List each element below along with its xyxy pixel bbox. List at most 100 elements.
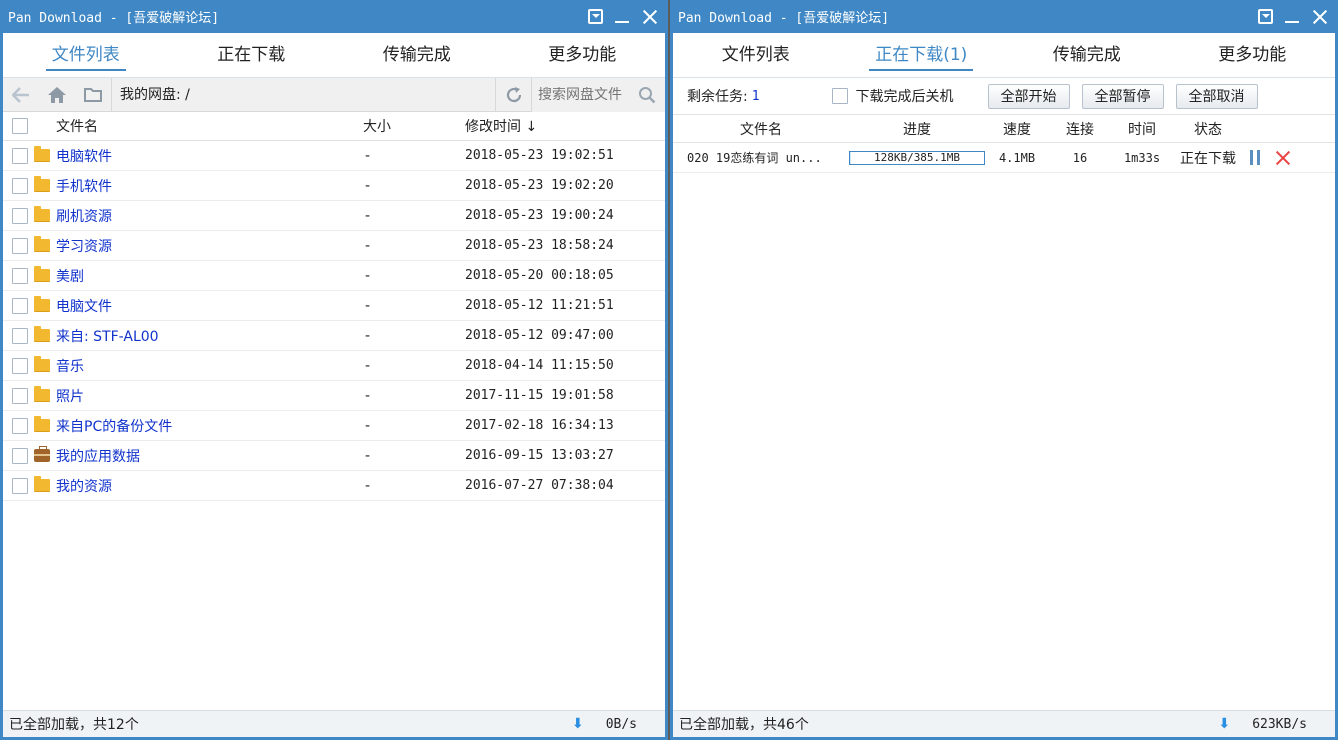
row-checkbox[interactable] — [12, 237, 28, 254]
start-all-button[interactable]: 全部开始 — [987, 83, 1070, 109]
download-speed: 0B/s — [605, 716, 637, 732]
folder-icon — [34, 326, 50, 342]
file-size: - — [365, 237, 371, 254]
back-button[interactable] — [3, 78, 39, 112]
file-size: - — [365, 357, 371, 374]
row-checkbox[interactable] — [12, 477, 28, 494]
file-modified-time: 2018-05-12 11:21:51 — [465, 298, 614, 313]
file-size: - — [365, 147, 371, 164]
tab-more[interactable]: 更多功能 — [500, 40, 666, 77]
file-name-link[interactable]: 电脑文件 — [56, 296, 112, 316]
file-row[interactable]: 电脑文件 - 2018-05-12 11:21:51 — [3, 291, 665, 321]
row-checkbox[interactable] — [12, 417, 28, 434]
row-checkbox[interactable] — [12, 387, 28, 404]
file-row[interactable]: 我的应用数据 - 2016-09-15 13:03:27 — [3, 441, 665, 471]
tab-bar: 文件列表 正在下载(1) 传输完成 更多功能 — [673, 33, 1335, 78]
file-name-link[interactable]: 刷机资源 — [56, 206, 112, 226]
row-checkbox[interactable] — [12, 267, 28, 284]
row-checkbox[interactable] — [12, 177, 28, 194]
row-checkbox[interactable] — [12, 447, 28, 464]
file-row[interactable]: 手机软件 - 2018-05-23 19:02:20 — [3, 171, 665, 201]
title-bar[interactable]: Pan Download - [吾爱破解论坛] — [673, 0, 1335, 33]
file-name-link[interactable]: 美剧 — [56, 266, 84, 286]
remaining-tasks-label: 剩余任务: — [687, 89, 748, 105]
file-row[interactable]: 音乐 - 2018-04-14 11:15:50 — [3, 351, 665, 381]
state-cell: 正在下载 — [1180, 150, 1236, 167]
file-row[interactable]: 来自: STF-AL00 - 2018-05-12 09:47:00 — [3, 321, 665, 351]
file-row[interactable]: 照片 - 2017-11-15 19:01:58 — [3, 381, 665, 411]
row-checkbox[interactable] — [12, 207, 28, 224]
file-name-link[interactable]: 电脑软件 — [56, 146, 112, 166]
shutdown-label: 下载完成后关机 — [855, 89, 954, 105]
column-name[interactable]: 文件名 — [56, 116, 98, 136]
column-size[interactable]: 大小 — [333, 116, 433, 136]
tab-file-list[interactable]: 文件列表 — [3, 40, 169, 77]
new-folder-button[interactable] — [75, 78, 111, 112]
file-modified-time: 2016-07-27 07:38:04 — [465, 478, 614, 493]
pause-icon[interactable] — [1249, 150, 1261, 165]
tab-completed[interactable]: 传输完成 — [334, 40, 500, 77]
column-modified-time[interactable]: 修改时间 ↓ — [433, 116, 665, 136]
menu-icon[interactable] — [588, 9, 603, 24]
file-name-link[interactable]: 我的应用数据 — [56, 446, 140, 466]
tab-downloading[interactable]: 正在下载(1) — [839, 40, 1005, 77]
minimize-icon[interactable] — [1283, 8, 1301, 26]
close-icon[interactable] — [1311, 8, 1329, 26]
row-checkbox[interactable] — [12, 297, 28, 314]
delete-icon[interactable] — [1275, 150, 1291, 166]
home-button[interactable] — [39, 78, 75, 112]
title-bar[interactable]: Pan Download - [吾爱破解论坛] — [3, 0, 665, 33]
file-row[interactable]: 我的资源 - 2016-07-27 07:38:04 — [3, 471, 665, 501]
file-name-link[interactable]: 来自PC的备份文件 — [56, 416, 172, 436]
column-time: 时间 — [1128, 121, 1156, 138]
tab-label: 传输完成 — [382, 45, 451, 65]
status-bar: 已全部加载，共12个 ⬇ 0B/s — [3, 710, 665, 737]
file-name-link[interactable]: 音乐 — [56, 356, 84, 376]
status-text: 已全部加载，共12个 — [9, 717, 139, 733]
menu-icon[interactable] — [1258, 9, 1273, 24]
cancel-all-button[interactable]: 全部取消 — [1175, 83, 1258, 109]
row-checkbox[interactable] — [12, 327, 28, 344]
tab-file-list[interactable]: 文件列表 — [673, 40, 839, 77]
file-list: 电脑软件 - 2018-05-23 19:02:51 手机软件 - 2018-05-23 … — [3, 141, 665, 501]
file-row[interactable]: 美剧 - 2018-05-20 00:18:05 — [3, 261, 665, 291]
file-size: - — [365, 297, 371, 314]
close-icon[interactable] — [641, 8, 659, 26]
file-name-link[interactable]: 照片 — [56, 386, 84, 406]
row-checkbox[interactable] — [12, 357, 28, 374]
select-all-checkbox[interactable] — [12, 118, 28, 134]
tab-bar: 文件列表 正在下载 传输完成 更多功能 — [3, 33, 665, 78]
file-list-header: 文件名 大小 修改时间 ↓ — [3, 112, 665, 141]
file-name-link[interactable]: 学习资源 — [56, 236, 112, 256]
status-bar: 已全部加载，共46个 ⬇ 623KB/s — [673, 710, 1335, 737]
row-checkbox[interactable] — [12, 147, 28, 164]
file-modified-time: 2017-02-18 16:34:13 — [465, 418, 614, 433]
tab-completed[interactable]: 传输完成 — [1004, 40, 1170, 77]
file-name-link[interactable]: 手机软件 — [56, 176, 112, 196]
file-name-link[interactable]: 我的资源 — [56, 476, 112, 496]
refresh-button[interactable] — [495, 77, 531, 112]
column-name: 文件名 — [740, 121, 782, 138]
search-input[interactable] — [538, 86, 638, 103]
download-window: Pan Download - [吾爱破解论坛] 文件列表 正在下载(1) 传输完… — [670, 0, 1338, 740]
shutdown-checkbox[interactable] — [831, 88, 848, 104]
pause-all-button[interactable]: 全部暂停 — [1081, 83, 1164, 109]
column-state: 状态 — [1194, 121, 1222, 138]
tab-more[interactable]: 更多功能 — [1170, 40, 1336, 77]
progress-bar: 128KB/385.1MB — [849, 150, 985, 165]
download-row[interactable]: 020 19恋练有词 un... 128KB/385.1MB 4.1MB 16 1m33… — [673, 143, 1335, 173]
tab-downloading[interactable]: 正在下载 — [169, 40, 335, 77]
file-row[interactable]: 来自PC的备份文件 - 2017-02-18 16:34:13 — [3, 411, 665, 441]
search-icon[interactable] — [638, 86, 656, 104]
shutdown-option[interactable]: 下载完成后关机 — [831, 86, 954, 106]
file-modified-time: 2018-04-14 11:15:50 — [465, 358, 614, 373]
file-size: - — [365, 477, 371, 494]
file-modified-time: 2018-05-23 19:00:24 — [465, 208, 614, 223]
file-row[interactable]: 学习资源 - 2018-05-23 18:58:24 — [3, 231, 665, 261]
folder-icon — [34, 296, 50, 312]
file-row[interactable]: 刷机资源 - 2018-05-23 19:00:24 — [3, 201, 665, 231]
back-arrow-icon — [12, 86, 29, 103]
minimize-icon[interactable] — [613, 8, 631, 26]
file-row[interactable]: 电脑软件 - 2018-05-23 19:02:51 — [3, 141, 665, 171]
file-name-link[interactable]: 来自: STF-AL00 — [56, 326, 159, 346]
